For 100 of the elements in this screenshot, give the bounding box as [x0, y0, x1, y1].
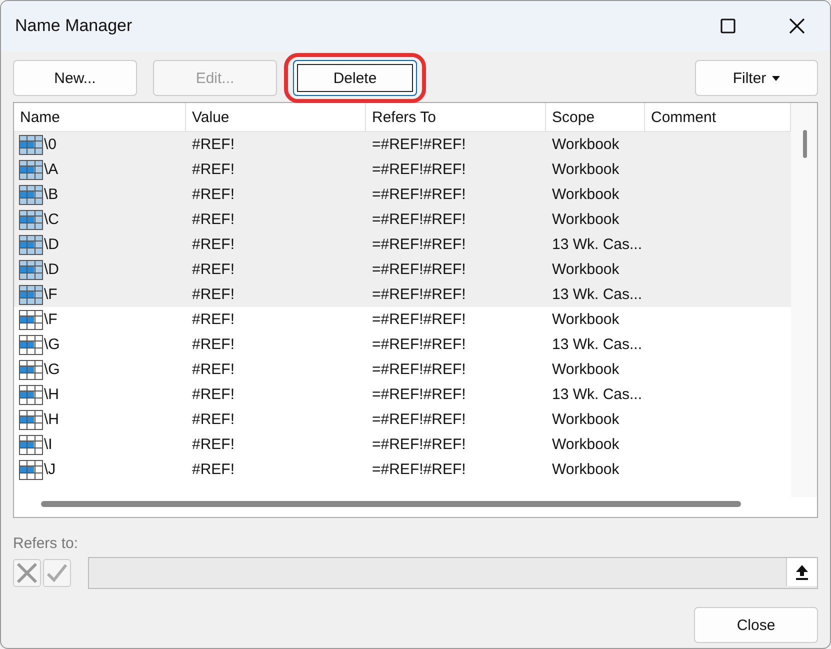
table-row[interactable]: \0 #REF! =#REF!#REF! Workbook [14, 132, 791, 157]
range-icon [19, 284, 43, 304]
range-icon [19, 184, 43, 204]
name-text: \F [44, 286, 58, 303]
refers-to-text: =#REF!#REF! [371, 136, 467, 153]
name-text: \C [44, 211, 59, 228]
value-text: #REF! [191, 461, 236, 478]
table-row[interactable]: \G #REF! =#REF!#REF! Workbook [14, 357, 791, 382]
refers-to-text: =#REF!#REF! [371, 186, 467, 203]
scope-text: Workbook [551, 261, 620, 278]
value-text: #REF! [191, 211, 236, 228]
dialog-button[interactable]: Delete [293, 60, 417, 96]
refers-to-text: =#REF!#REF! [371, 461, 467, 478]
range-icon [19, 360, 43, 380]
scope-text: Workbook [551, 436, 620, 453]
table-row[interactable]: \H #REF! =#REF!#REF! Workbook [14, 407, 791, 432]
table-row[interactable]: \B #REF! =#REF!#REF! Workbook [14, 182, 791, 207]
table-row[interactable]: \D #REF! =#REF!#REF! 13 Wk. Cas... [14, 232, 791, 257]
name-text: \D [44, 236, 59, 253]
name-text: \F [44, 311, 58, 328]
horizontal-scrollbar[interactable] [41, 501, 741, 507]
value-text: #REF! [191, 336, 236, 353]
table-row[interactable]: \H #REF! =#REF!#REF! 13 Wk. Cas... [14, 382, 791, 407]
value-text: #REF! [191, 411, 236, 428]
close-icon[interactable] [788, 17, 806, 35]
refers-to-text: =#REF!#REF! [371, 386, 467, 403]
value-text: #REF! [191, 436, 236, 453]
range-icon [19, 234, 43, 254]
range-icon [19, 460, 43, 480]
name-text: \H [44, 386, 59, 403]
refers-to-text: =#REF!#REF! [371, 336, 467, 353]
range-icon [19, 160, 43, 180]
name-text: \A [44, 161, 58, 178]
collapse-button[interactable] [786, 558, 817, 586]
table-row[interactable]: \F #REF! =#REF!#REF! 13 Wk. Cas... [14, 282, 791, 307]
refers-to-field[interactable] [88, 557, 818, 589]
scope-text: Workbook [551, 186, 620, 203]
range-icon [19, 384, 43, 404]
name-text: \G [44, 361, 60, 378]
column-header[interactable]: Name [14, 103, 186, 131]
table-row[interactable]: \J #REF! =#REF!#REF! Workbook [14, 457, 791, 482]
table-row[interactable]: \I #REF! =#REF!#REF! Workbook [14, 432, 791, 457]
range-icon [19, 310, 43, 330]
value-text: #REF! [191, 261, 236, 278]
scope-text: Workbook [551, 411, 620, 428]
scope-text: 13 Wk. Cas... [551, 286, 644, 303]
cancel-button[interactable] [13, 559, 41, 587]
value-text: #REF! [191, 186, 236, 203]
range-icon [19, 334, 43, 354]
column-header[interactable]: Value [186, 103, 366, 131]
up-arrow-icon [795, 564, 809, 580]
close-button[interactable]: Close [694, 607, 818, 643]
caret-icon [772, 76, 780, 80]
name-text: \G [44, 336, 60, 353]
vertical-scrollbar[interactable] [791, 103, 817, 497]
table-row[interactable]: \F #REF! =#REF!#REF! Workbook [14, 307, 791, 332]
value-text: #REF! [191, 161, 236, 178]
refers-to-label: Refers to: [13, 535, 80, 552]
name-text: \J [44, 461, 56, 478]
name-text: \0 [44, 136, 57, 153]
name-text: \B [44, 186, 58, 203]
name-text: \H [44, 411, 59, 428]
maximize-icon[interactable] [720, 18, 736, 34]
scope-text: 13 Wk. Cas... [551, 336, 644, 353]
range-icon [19, 210, 43, 230]
refers-to-text: =#REF!#REF! [371, 411, 467, 428]
value-text: #REF! [191, 286, 236, 303]
confirm-button[interactable] [43, 559, 71, 587]
refers-to-text: =#REF!#REF! [371, 161, 467, 178]
check-icon [46, 562, 68, 584]
refers-to-text: =#REF!#REF! [371, 436, 467, 453]
dialog-button[interactable]: New... [13, 60, 137, 96]
scope-text: Workbook [551, 136, 620, 153]
name-text: \D [44, 261, 59, 278]
scope-text: Workbook [551, 161, 620, 178]
range-icon [19, 410, 43, 430]
scope-text: 13 Wk. Cas... [551, 236, 644, 253]
range-icon [19, 134, 43, 154]
refers-to-text: =#REF!#REF! [371, 286, 467, 303]
value-text: #REF! [191, 311, 236, 328]
scope-text: Workbook [551, 311, 620, 328]
column-header[interactable]: Refers To [366, 103, 546, 131]
table-row[interactable]: \C #REF! =#REF!#REF! Workbook [14, 207, 791, 232]
refers-to-text: =#REF!#REF! [371, 261, 467, 278]
scope-text: 13 Wk. Cas... [551, 386, 644, 403]
refers-to-text: =#REF!#REF! [371, 211, 467, 228]
filter-button[interactable]: Filter [695, 60, 818, 96]
column-header[interactable]: Scope [546, 103, 645, 131]
table-row[interactable]: \A #REF! =#REF!#REF! Workbook [14, 157, 791, 182]
value-text: #REF! [191, 236, 236, 253]
name-text: \I [44, 436, 52, 453]
scope-text: Workbook [551, 361, 620, 378]
window-title: Name Manager [15, 16, 132, 36]
table-row[interactable]: \D #REF! =#REF!#REF! Workbook [14, 257, 791, 282]
table-row[interactable]: \G #REF! =#REF!#REF! 13 Wk. Cas... [14, 332, 791, 357]
scope-text: Workbook [551, 211, 620, 228]
refers-to-text: =#REF!#REF! [371, 311, 467, 328]
refers-to-text: =#REF!#REF! [371, 361, 467, 378]
value-text: #REF! [191, 386, 236, 403]
range-icon [19, 260, 43, 280]
